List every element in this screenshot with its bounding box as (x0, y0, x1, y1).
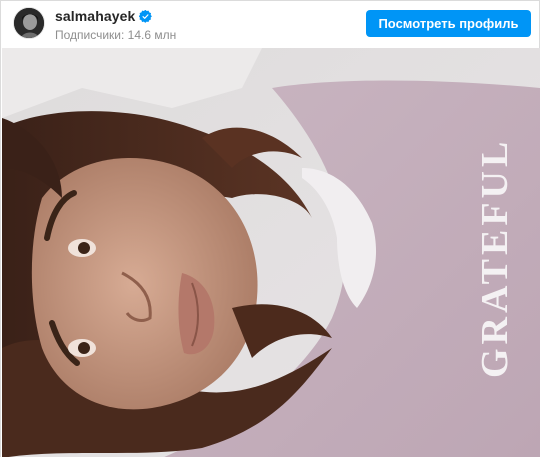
instagram-embed-card: salmahayek Подписчики: 14.6 млн Посмотре… (0, 0, 540, 457)
username-row: salmahayek (55, 7, 176, 25)
followers-count: Подписчики: 14.6 млн (55, 28, 177, 42)
post-photo[interactable]: GRATEFUL (2, 48, 540, 457)
verified-badge-icon (139, 9, 153, 23)
selfie-photo-image: GRATEFUL (2, 48, 540, 457)
shirt-graphic-text: GRATEFUL (474, 138, 516, 378)
avatar-image (14, 8, 44, 38)
user-info: salmahayek Подписчики: 14.6 млн (55, 7, 176, 42)
username-link[interactable]: salmahayek (55, 8, 135, 24)
post-header: salmahayek Подписчики: 14.6 млн Посмотре… (1, 1, 539, 48)
view-profile-button[interactable]: Посмотреть профиль (366, 10, 531, 37)
profile-avatar[interactable] (13, 7, 45, 39)
